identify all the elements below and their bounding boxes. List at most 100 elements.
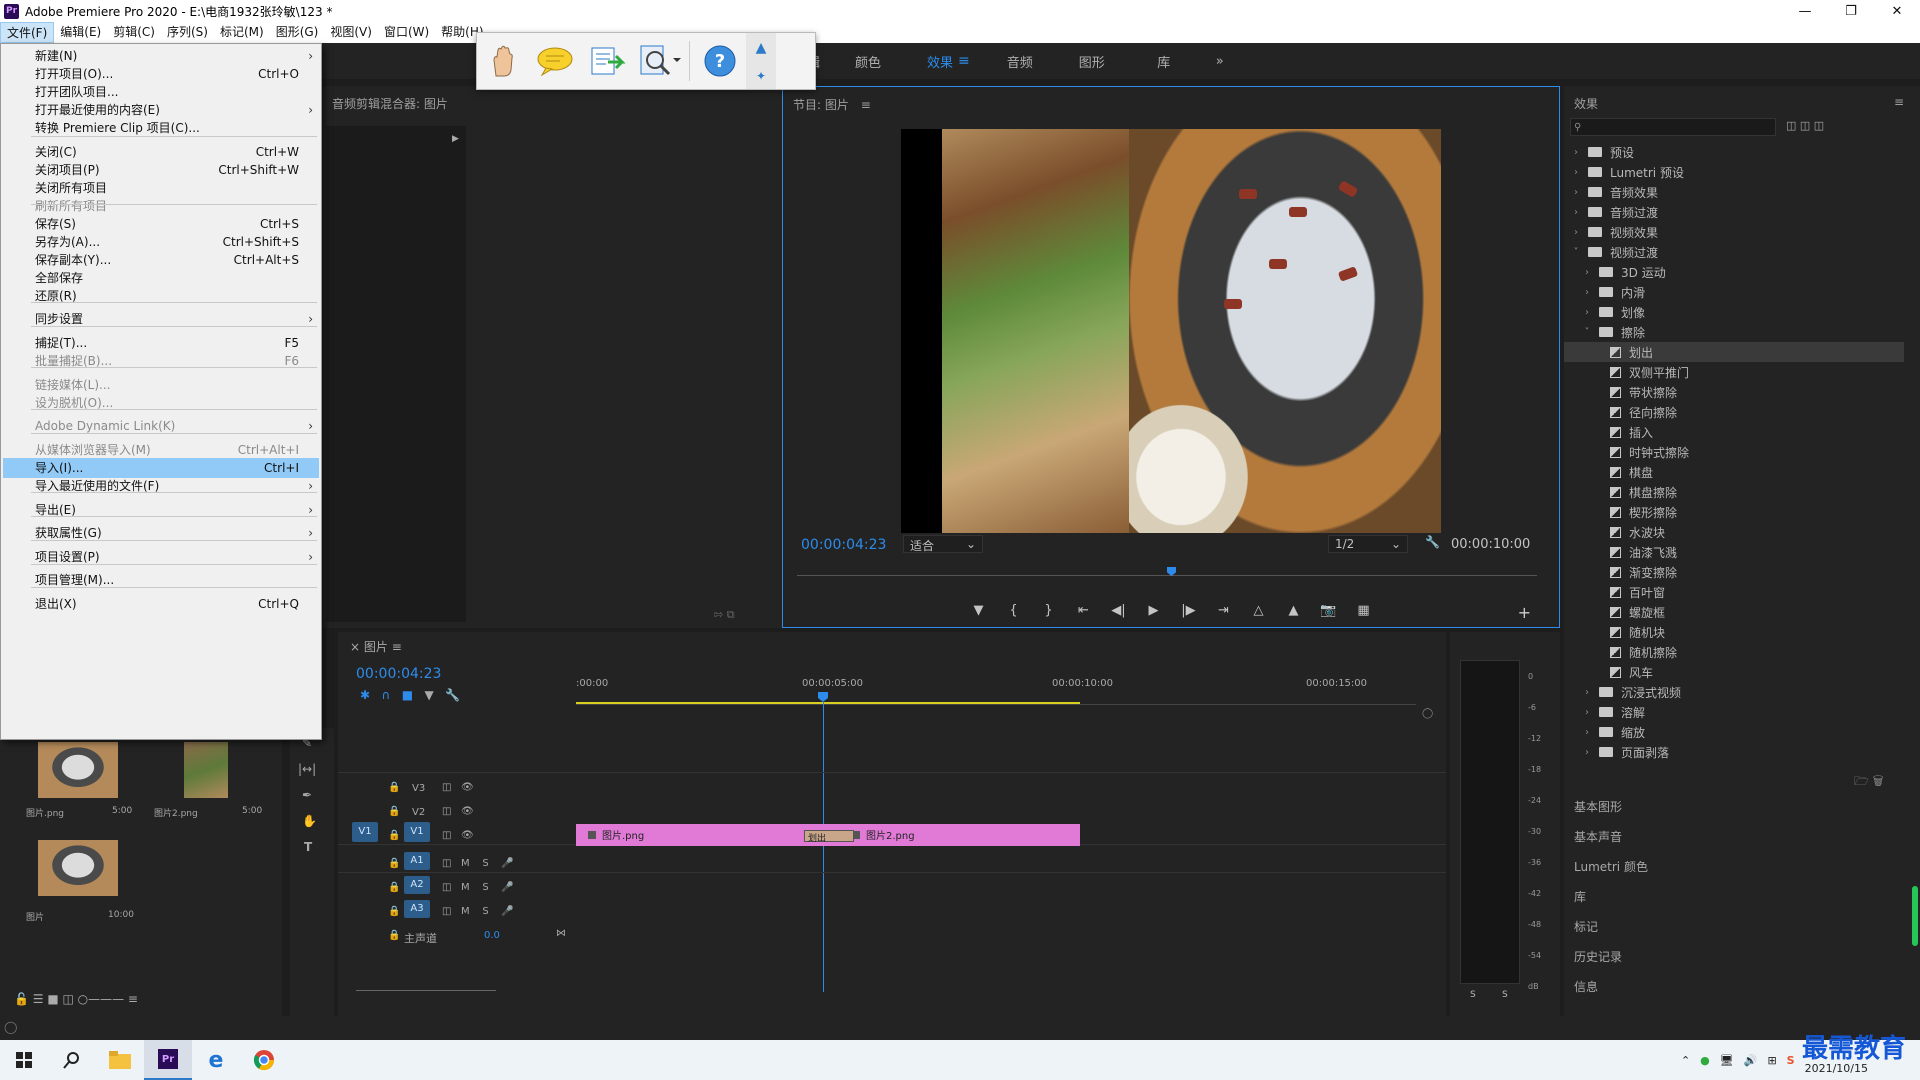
track-a3-lock-icon[interactable]: 🔒 bbox=[388, 906, 400, 917]
project-footer-icons[interactable]: 🔓 ☰ ■ ◫ ○——— ≡ bbox=[14, 992, 138, 1006]
program-video-frame[interactable] bbox=[901, 129, 1441, 533]
go-to-in-icon[interactable]: ⇤ bbox=[1066, 603, 1101, 623]
file-menu-item[interactable]: 从媒体浏览器导入(M) Ctrl+Alt+I bbox=[3, 440, 319, 460]
go-to-out-icon[interactable]: ⇥ bbox=[1206, 603, 1241, 623]
new-bin-icon[interactable]: 🗁 🗑 bbox=[1854, 772, 1884, 793]
file-menu-item[interactable]: 新建(N) › bbox=[3, 46, 319, 66]
mixer-expand-icon[interactable]: ▶ bbox=[452, 134, 459, 144]
track-a3-target[interactable]: A3 bbox=[404, 900, 430, 918]
file-menu-item[interactable]: 关闭项目(P) Ctrl+Shift+W bbox=[3, 160, 319, 180]
chevron-down-icon[interactable]: ˅ bbox=[1570, 247, 1582, 258]
effects-folder[interactable]: › Lumetri 预设 bbox=[1564, 162, 1904, 182]
menu-graphics[interactable]: 图形(G) bbox=[270, 22, 325, 43]
tray-network-icon[interactable]: 🖥 bbox=[1720, 1054, 1734, 1067]
track-a1-target[interactable]: A1 bbox=[404, 852, 430, 870]
vertical-scroll-handles[interactable]: ◯ bbox=[1422, 708, 1433, 719]
minimize-button[interactable]: — bbox=[1782, 0, 1828, 22]
chevron-right-icon[interactable]: › bbox=[1581, 747, 1593, 758]
track-v2-icons[interactable]: ◫ 👁 bbox=[442, 806, 474, 817]
zoom-doc-icon[interactable] bbox=[633, 39, 685, 83]
effects-item[interactable]: 棋盘擦除 bbox=[1564, 482, 1904, 502]
effects-item[interactable]: 楔形擦除 bbox=[1564, 502, 1904, 522]
menu-sequence[interactable]: 序列(S) bbox=[161, 22, 214, 43]
effects-folder[interactable]: › 缩放 bbox=[1564, 722, 1904, 742]
section-lumetri-color[interactable]: Lumetri 颜色 bbox=[1574, 858, 1648, 875]
source-patch-v1[interactable]: V1 bbox=[352, 822, 378, 842]
section-essential-sound[interactable]: 基本声音 bbox=[1574, 828, 1622, 845]
button-editor-icon[interactable]: + bbox=[1518, 603, 1531, 622]
chevron-right-icon[interactable]: › bbox=[1581, 307, 1593, 318]
resolution-dropdown[interactable]: 1/2 ⌄ bbox=[1328, 535, 1408, 553]
program-current-timecode[interactable]: 00:00:04:23 bbox=[801, 537, 886, 553]
effects-folder[interactable]: › 溶解 bbox=[1564, 702, 1904, 722]
effects-search-input[interactable]: ⚲ bbox=[1570, 118, 1776, 136]
track-v1-icons[interactable]: ◫ 👁 bbox=[442, 830, 474, 841]
collapse-toolbar[interactable]: ▲ ✦ bbox=[746, 33, 776, 89]
slip-tool-icon[interactable]: |↔| bbox=[298, 762, 316, 776]
section-history[interactable]: 历史记录 bbox=[1574, 948, 1622, 965]
effects-item[interactable]: 带状擦除 bbox=[1564, 382, 1904, 402]
windows-start-icon[interactable] bbox=[0, 1040, 48, 1080]
mark-out-icon[interactable]: } bbox=[1031, 603, 1066, 623]
pin-icon[interactable]: ✦ bbox=[756, 69, 766, 83]
tray-input-icon[interactable]: ⊞ bbox=[1767, 1054, 1776, 1067]
track-v3-lock-icon[interactable]: 🔒 bbox=[388, 782, 400, 793]
timeline-zoom-scroll[interactable] bbox=[356, 990, 496, 991]
hand-icon[interactable] bbox=[477, 39, 529, 83]
meter-solo-right[interactable]: S bbox=[1502, 990, 1508, 1000]
lift-icon[interactable]: △ bbox=[1241, 603, 1276, 623]
menu-clip[interactable]: 剪辑(C) bbox=[107, 22, 161, 43]
export-frame-icon[interactable]: 📷 bbox=[1311, 603, 1346, 623]
effects-item[interactable]: 随机擦除 bbox=[1564, 642, 1904, 662]
effects-item[interactable]: 时钟式擦除 bbox=[1564, 442, 1904, 462]
effects-item[interactable]: 棋盘 bbox=[1564, 462, 1904, 482]
file-menu-item[interactable]: 链接媒体(L)... bbox=[3, 375, 319, 395]
chevron-right-icon[interactable]: › bbox=[1581, 687, 1593, 698]
effects-folder[interactable]: › 沉浸式视频 bbox=[1564, 682, 1904, 702]
project-thumb-3[interactable] bbox=[38, 840, 118, 896]
file-menu-item[interactable]: 打开项目(O)... Ctrl+O bbox=[3, 64, 319, 84]
track-a2-target[interactable]: A2 bbox=[404, 876, 430, 894]
search-taskbar-icon[interactable] bbox=[48, 1040, 96, 1080]
step-forward-icon[interactable]: |▶ bbox=[1171, 603, 1206, 623]
add-marker-icon[interactable]: ▼ bbox=[961, 603, 996, 623]
chrome-icon[interactable] bbox=[240, 1040, 288, 1080]
section-info[interactable]: 信息 bbox=[1574, 978, 1598, 995]
project-thumb-1[interactable] bbox=[38, 742, 118, 798]
menu-view[interactable]: 视图(V) bbox=[324, 22, 378, 43]
file-menu-item[interactable]: 导入最近使用的文件(F) › bbox=[3, 476, 319, 496]
hand-tool-icon[interactable]: ✋ bbox=[302, 814, 317, 828]
track-v1-lock-icon[interactable]: 🔒 bbox=[388, 830, 400, 841]
chevron-right-icon[interactable]: › bbox=[1570, 167, 1582, 178]
file-menu-item[interactable]: 另存为(A)... Ctrl+Shift+S bbox=[3, 232, 319, 252]
close-button[interactable]: ✕ bbox=[1874, 0, 1920, 22]
track-a2-controls[interactable]: ◫ M S 🎤 bbox=[442, 882, 514, 893]
clip-image-1[interactable]: 图片.png bbox=[576, 824, 808, 846]
tray-arrow-icon[interactable]: ⌃ bbox=[1681, 1054, 1690, 1067]
timeline-tab[interactable]: × 图片 ≡ bbox=[350, 638, 402, 655]
pen-tool-icon[interactable]: ✒ bbox=[302, 788, 312, 802]
file-menu-item[interactable]: 关闭所有项目 bbox=[3, 178, 319, 198]
meter-solo-left[interactable]: S bbox=[1470, 990, 1476, 1000]
effects-menu-icon[interactable]: ≡ bbox=[1894, 95, 1904, 109]
edge-icon[interactable]: e bbox=[192, 1040, 240, 1080]
effects-filter-icons[interactable]: ◫ ◫ ◫ bbox=[1786, 119, 1824, 132]
help-icon[interactable]: ? bbox=[694, 39, 746, 83]
chevron-right-icon[interactable]: › bbox=[1581, 727, 1593, 738]
chevron-right-icon[interactable]: › bbox=[1570, 227, 1582, 238]
zoom-dropdown[interactable]: 适合 ⌄ bbox=[903, 535, 983, 553]
file-menu-item[interactable]: 捕捉(T)... F5 bbox=[3, 333, 319, 353]
timeline-timecode[interactable]: 00:00:04:23 bbox=[356, 666, 441, 682]
extract-icon[interactable]: ▲ bbox=[1276, 603, 1311, 623]
chevron-right-icon[interactable]: › bbox=[1581, 707, 1593, 718]
effects-item[interactable]: 油漆飞溅 bbox=[1564, 542, 1904, 562]
program-time-ruler[interactable] bbox=[797, 567, 1537, 581]
effects-folder[interactable]: › 划像 bbox=[1564, 302, 1904, 322]
step-back-icon[interactable]: ◀| bbox=[1101, 603, 1136, 623]
file-menu-item[interactable]: 转换 Premiere Clip 项目(C)... bbox=[3, 118, 319, 138]
tray-sogou-icon[interactable]: S bbox=[1787, 1054, 1795, 1067]
effects-folder[interactable]: › 内滑 bbox=[1564, 282, 1904, 302]
master-expand-icon[interactable]: ⋈ bbox=[556, 928, 566, 939]
wrench-icon[interactable]: 🔧 bbox=[1425, 535, 1440, 549]
file-menu-item[interactable]: 关闭(C) Ctrl+W bbox=[3, 142, 319, 162]
